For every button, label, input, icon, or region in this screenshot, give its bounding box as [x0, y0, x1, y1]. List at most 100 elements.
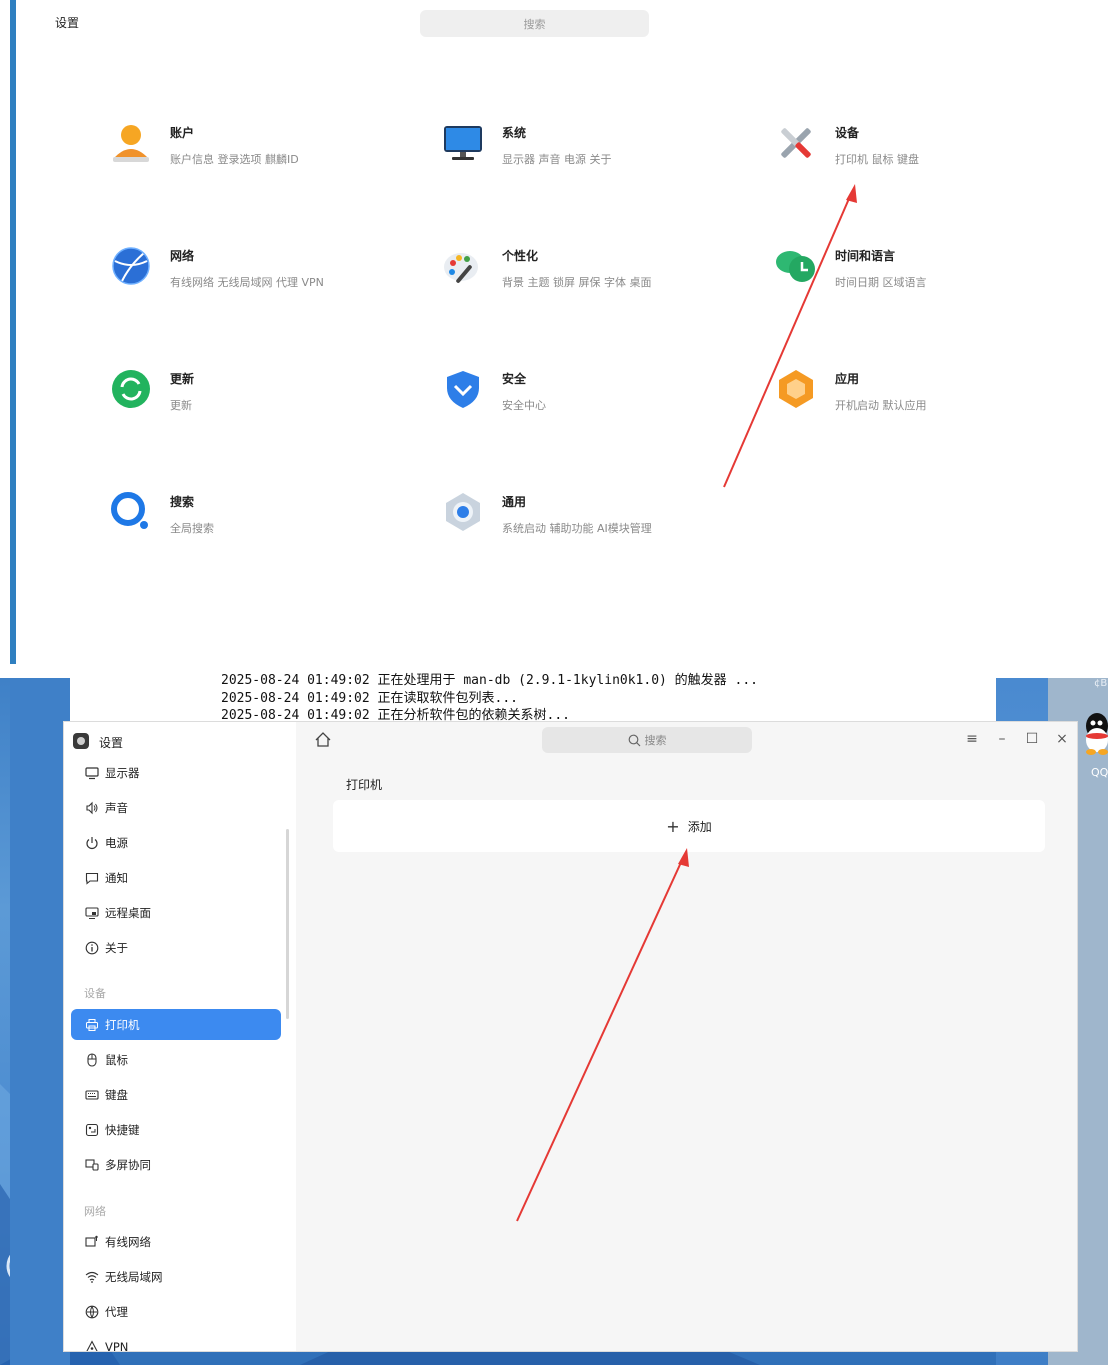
category-time-language[interactable]: 时间和语言 时间日期 区域语言 [775, 245, 1075, 297]
sidebar-item-label: 鼠标 [105, 1052, 128, 1067]
page-title: 打印机 [346, 778, 383, 792]
sidebar-item-printer[interactable]: 打印机 [71, 1009, 281, 1040]
home-icon[interactable] [314, 731, 332, 749]
window-search-input[interactable]: 搜索 [542, 727, 752, 753]
category-name: 时间和语言 [835, 249, 896, 263]
sidebar-item-vpn[interactable]: VPN [71, 1331, 281, 1352]
category-name: 系统 [502, 126, 527, 140]
add-printer-button[interactable]: + 添加 [333, 800, 1045, 852]
speaker-icon [84, 800, 100, 816]
terminal-line: 2025-08-24 01:49:02 正在处理用于 man-db (2.9.1… [221, 673, 758, 688]
sidebar-item-shortcut[interactable]: 快捷键 [71, 1114, 281, 1145]
add-printer-label: 添加 [687, 819, 712, 834]
printer-icon [84, 1017, 100, 1033]
settings-sidebar: 设置 显示器 声音 电源 通知 远程桌面 关于 设备 打印机 鼠标 键盘 快捷键… [64, 722, 296, 1352]
sidebar-item-label: 有线网络 [105, 1234, 151, 1249]
plus-icon: + [666, 816, 680, 836]
category-desc: 全局搜索 [170, 522, 214, 535]
settings-window: 设置 显示器 声音 电源 通知 远程桌面 关于 设备 打印机 鼠标 键盘 快捷键… [63, 721, 1078, 1352]
sidebar-item-proxy[interactable]: 代理 [71, 1296, 281, 1327]
category-personalization[interactable]: 个性化 背景 主题 锁屏 屏保 字体 桌面 [442, 245, 742, 297]
category-desc: 时间日期 区域语言 [835, 276, 927, 289]
sidebar-item-sound[interactable]: 声音 [71, 792, 281, 823]
shortcut-icon [84, 1122, 100, 1138]
monitor-icon [84, 765, 100, 781]
category-desc: 显示器 声音 电源 关于 [502, 153, 612, 166]
info-icon [84, 940, 100, 956]
sidebar-item-label: 关于 [105, 940, 128, 955]
search-icon [628, 734, 640, 746]
category-desc: 打印机 鼠标 键盘 [835, 153, 919, 166]
sidebar-item-about[interactable]: 关于 [71, 932, 281, 963]
sidebar-item-label: 声音 [105, 800, 128, 815]
category-security[interactable]: 安全 安全中心 [442, 368, 742, 420]
category-system[interactable]: 系统 显示器 声音 电源 关于 [442, 122, 742, 174]
sidebar-item-keyboard[interactable]: 键盘 [71, 1079, 281, 1110]
palette-icon [444, 253, 478, 283]
sidebar-item-label: 通知 [105, 870, 128, 885]
vpn-icon [84, 1339, 100, 1351]
sidebar-item-wifi[interactable]: 无线局域网 [71, 1261, 281, 1292]
app-logo-icon [73, 733, 89, 749]
qq-desktop-label: QQ [1091, 766, 1108, 779]
category-network[interactable]: 网络 有线网络 无线局域网 代理 VPN [110, 245, 410, 297]
category-apps[interactable]: 应用 开机启动 默认应用 [775, 368, 1075, 420]
menu-button[interactable]: ≡ [962, 729, 982, 749]
search-magnifier-icon [111, 492, 148, 529]
sidebar-group-network: 网络 [84, 1205, 106, 1218]
power-icon [84, 835, 100, 851]
system-monitor-icon [444, 126, 482, 160]
category-name: 搜索 [170, 495, 195, 509]
category-update[interactable]: 更新 更新 [110, 368, 410, 420]
desktop-corner-text: ¢B [1094, 678, 1108, 689]
category-name: 通用 [502, 495, 527, 509]
remote-desktop-icon [84, 905, 100, 921]
qq-penguin-icon[interactable] [1082, 712, 1108, 762]
minimize-button[interactable]: – [992, 729, 1012, 749]
search-placeholder: 搜索 [644, 734, 667, 747]
category-general[interactable]: 通用 系统启动 辅助功能 AI模块管理 [442, 491, 742, 543]
general-settings-icon [446, 493, 480, 531]
window-title: 设置 [99, 736, 124, 750]
category-desc: 账户信息 登录选项 麒麟ID [170, 153, 299, 166]
category-desc: 更新 [170, 399, 192, 412]
proxy-icon [84, 1304, 100, 1320]
settings-home-search[interactable]: 搜索 [420, 10, 649, 37]
sidebar-scrollbar[interactable] [286, 829, 289, 1019]
category-name: 设备 [835, 126, 860, 140]
category-devices[interactable]: 设备 打印机 鼠标 键盘 [775, 122, 1075, 174]
window-edge [10, 0, 16, 664]
settings-content: 搜索 ≡ – ☐ × 打印机 + 添加 [296, 722, 1077, 1351]
sidebar-item-mouse[interactable]: 鼠标 [71, 1044, 281, 1075]
category-name: 网络 [170, 249, 195, 263]
category-search[interactable]: 搜索 全局搜索 [110, 491, 410, 543]
sidebar-item-notification[interactable]: 通知 [71, 862, 281, 893]
category-name: 应用 [835, 372, 860, 386]
sidebar-item-display[interactable]: 显示器 [71, 757, 281, 788]
sidebar-item-label: 快捷键 [105, 1122, 140, 1137]
close-button[interactable]: × [1052, 729, 1072, 749]
settings-home-panel: 设置 搜索 账户 账户信息 登录选项 麒麟ID 系统 显示器 声音 电源 关于 [0, 0, 1108, 664]
sidebar-item-label: VPN [105, 1339, 129, 1352]
multi-screen-icon [84, 1157, 100, 1173]
category-name: 账户 [170, 126, 195, 140]
sidebar-item-multi-screen[interactable]: 多屏协同 [71, 1149, 281, 1180]
sidebar-item-label: 多屏协同 [105, 1157, 151, 1172]
sidebar-item-label: 电源 [105, 835, 128, 850]
category-name: 个性化 [502, 249, 539, 263]
sidebar-item-wired-network[interactable]: 有线网络 [71, 1226, 281, 1257]
terminal-window: 2025-08-24 01:49:02 正在处理用于 man-db (2.9.1… [70, 673, 996, 723]
category-account[interactable]: 账户 账户信息 登录选项 麒麟ID [110, 122, 410, 174]
network-globe-icon [112, 247, 150, 285]
update-icon [112, 370, 150, 408]
apps-hexagon-icon [779, 370, 813, 408]
sidebar-item-remote-desktop[interactable]: 远程桌面 [71, 897, 281, 928]
category-desc: 安全中心 [502, 399, 546, 412]
notification-icon [84, 870, 100, 886]
sidebar-item-label: 键盘 [105, 1087, 128, 1102]
sidebar-item-label: 无线局域网 [105, 1269, 163, 1284]
maximize-button[interactable]: ☐ [1022, 729, 1042, 749]
wifi-icon [84, 1269, 100, 1285]
sidebar-item-power[interactable]: 电源 [71, 827, 281, 858]
sidebar-item-label: 代理 [105, 1304, 128, 1319]
